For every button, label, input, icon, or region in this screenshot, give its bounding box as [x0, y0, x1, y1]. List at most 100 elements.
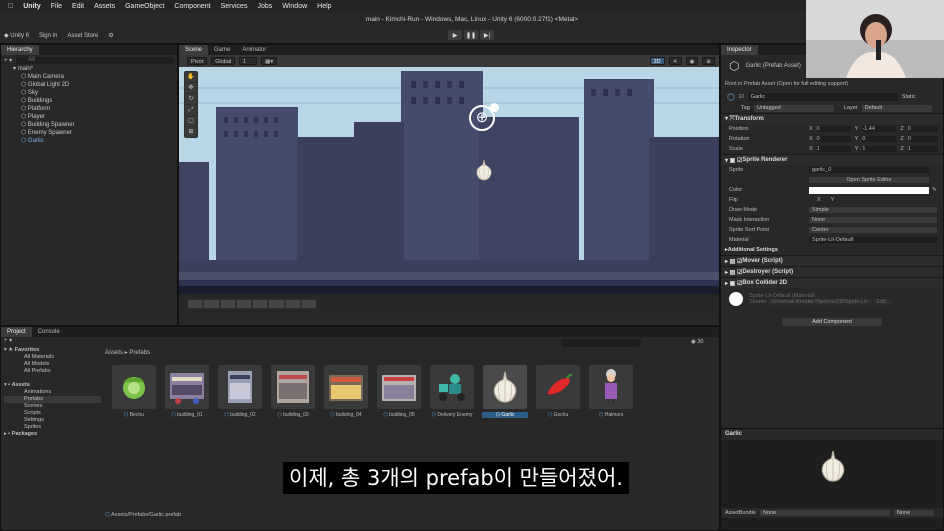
- asset-store-button[interactable]: Asset Store: [67, 33, 98, 39]
- scale-z-field[interactable]: 1: [907, 146, 938, 152]
- overlay-tool-icon[interactable]: [301, 300, 316, 308]
- overlay-tool-icon[interactable]: [204, 300, 219, 308]
- move-tool-icon[interactable]: ✥: [185, 83, 197, 93]
- cloud-icon[interactable]: ⚙: [108, 32, 113, 39]
- breadcrumb-assets[interactable]: Assets: [105, 350, 123, 356]
- menu-services[interactable]: Services: [221, 3, 248, 10]
- overlay-tool-icon[interactable]: [253, 300, 268, 308]
- hierarchy-item-garlic[interactable]: ⬡ Garlic: [21, 137, 177, 145]
- packages-folder[interactable]: ▸ ▪ Packages: [4, 431, 101, 438]
- asset-halmoni[interactable]: ⬡ Halmoni: [588, 365, 634, 418]
- rotation-x-field[interactable]: 0: [816, 136, 851, 142]
- shader-edit-button[interactable]: Edit...: [873, 299, 894, 305]
- project-search-input[interactable]: [561, 339, 641, 347]
- active-checkbox[interactable]: ☑: [739, 94, 744, 100]
- global-dropdown[interactable]: Global: [211, 57, 236, 65]
- menu-edit[interactable]: Edit: [72, 3, 84, 10]
- tag-dropdown[interactable]: Untagged: [753, 104, 834, 112]
- add-component-button[interactable]: Add Component: [782, 318, 882, 326]
- menu-assets[interactable]: Assets: [94, 3, 115, 10]
- hierarchy-item[interactable]: ⬡ Platform: [21, 105, 177, 113]
- menu-window[interactable]: Window: [282, 3, 307, 10]
- tab-game[interactable]: Game: [208, 45, 236, 55]
- hierarchy-item[interactable]: ⬡ Global Light 2D: [21, 81, 177, 89]
- folder-item[interactable]: Animations: [4, 389, 101, 396]
- box-collider-header[interactable]: ▸ ▣ ☑ Box Collider 2D: [721, 277, 943, 288]
- mask-interaction-dropdown[interactable]: None: [809, 217, 937, 223]
- tab-inspector[interactable]: Inspector: [721, 45, 758, 55]
- tab-project[interactable]: Project: [1, 327, 32, 337]
- breadcrumb-prefabs[interactable]: Prefabs: [129, 350, 150, 356]
- menu-jobs[interactable]: Jobs: [257, 3, 272, 10]
- color-field[interactable]: [809, 186, 929, 194]
- pivot-dropdown[interactable]: Pivot: [187, 57, 208, 65]
- mode-2d-toggle[interactable]: 2D: [649, 57, 665, 65]
- hierarchy-scene[interactable]: ▾ main*: [13, 65, 177, 73]
- assetbundle-variant-dropdown[interactable]: None: [893, 510, 934, 516]
- menu-component[interactable]: Component: [174, 3, 210, 10]
- asset-garlic[interactable]: ⬡ Garlic: [482, 365, 528, 418]
- folder-item[interactable]: Scenes: [4, 403, 101, 410]
- overlay-tool-icon[interactable]: [220, 300, 235, 308]
- rect-tool-icon[interactable]: ▢: [185, 116, 197, 126]
- folder-item[interactable]: Scripts: [4, 410, 101, 417]
- asset-building-04[interactable]: ⬡ building_04: [323, 365, 369, 418]
- shader-dropdown[interactable]: Universal Render Pipeline/2D/Sprite-Lit-: [768, 299, 872, 305]
- search-input[interactable]: All: [16, 56, 174, 64]
- name-field[interactable]: Garlic: [747, 93, 898, 101]
- position-x-field[interactable]: 0: [816, 126, 851, 132]
- rotation-y-field[interactable]: 0: [862, 136, 897, 142]
- add-icon[interactable]: + ▾: [4, 57, 12, 64]
- flip-y-toggle[interactable]: Y: [831, 197, 835, 203]
- snap-field[interactable]: 1: [239, 57, 258, 65]
- menu-unity[interactable]: Unity: [23, 3, 41, 10]
- asset-building-05[interactable]: ⬡ building_05: [376, 365, 422, 418]
- assets-folder[interactable]: ▾ ▪ Assets: [4, 382, 101, 389]
- rotate-tool-icon[interactable]: ↻: [185, 94, 197, 104]
- transform-tool-icon[interactable]: ⊞: [185, 127, 197, 137]
- folder-item[interactable]: Sprites: [4, 424, 101, 431]
- flip-x-toggle[interactable]: X: [817, 197, 821, 203]
- position-z-field[interactable]: 0: [907, 126, 938, 132]
- overlay-tool-icon[interactable]: [269, 300, 284, 308]
- tab-hierarchy[interactable]: Hierarchy: [1, 45, 39, 55]
- apple-icon[interactable]: : [8, 3, 13, 10]
- menu-help[interactable]: Help: [317, 3, 331, 10]
- assetbundle-dropdown[interactable]: None: [759, 510, 890, 516]
- mover-script-header[interactable]: ▸ ▤ ☑ Mover (Script): [721, 255, 943, 266]
- garlic-sprite[interactable]: [474, 159, 494, 181]
- camera-icon[interactable]: ⊕: [702, 57, 715, 65]
- favorite-item[interactable]: All Materials: [4, 354, 101, 361]
- gizmos-icon[interactable]: ◉: [685, 57, 699, 65]
- lighting-icon[interactable]: ☀: [668, 57, 682, 65]
- scale-tool-icon[interactable]: ⤢: [185, 105, 197, 115]
- scale-y-field[interactable]: 1: [862, 146, 897, 152]
- additional-settings-foldout[interactable]: ▸ Additional Settings: [721, 245, 943, 255]
- position-y-field[interactable]: -1.44: [862, 126, 897, 132]
- asset-delivery-enemy[interactable]: ⬡ Delivery Enemy: [429, 365, 475, 418]
- asset-building-02[interactable]: ⬡ building_02: [217, 365, 263, 418]
- destroyer-script-header[interactable]: ▸ ▤ ☑ Destroyer (Script): [721, 266, 943, 277]
- play-button[interactable]: ▶: [448, 30, 462, 40]
- asset-gochu[interactable]: ⬡ Gochu: [535, 365, 581, 418]
- scale-x-field[interactable]: 1: [816, 146, 851, 152]
- eyedropper-icon[interactable]: ✎: [932, 187, 937, 193]
- hand-tool-icon[interactable]: ✋: [185, 72, 197, 82]
- folder-item[interactable]: Settings: [4, 417, 101, 424]
- pause-button[interactable]: ❚❚: [464, 30, 478, 40]
- overlay-tool-icon[interactable]: [285, 300, 300, 308]
- draw-mode-dropdown[interactable]: Simple: [809, 207, 937, 213]
- menu-file[interactable]: File: [51, 3, 62, 10]
- hierarchy-item[interactable]: ⬡ Main Camera: [21, 73, 177, 81]
- asset-building-01[interactable]: ⬡ building_01: [164, 365, 210, 418]
- sort-point-dropdown[interactable]: Center: [809, 227, 937, 233]
- asset-building-03[interactable]: ⬡ building_03: [270, 365, 316, 418]
- overlay-tool-icon[interactable]: [236, 300, 251, 308]
- layer-dropdown[interactable]: Default: [861, 104, 932, 112]
- overlay-tool-icon[interactable]: [188, 300, 203, 308]
- transform-header[interactable]: ▾ ⤧ Transform: [721, 113, 943, 124]
- static-toggle[interactable]: Static: [902, 94, 916, 100]
- menu-gameobject[interactable]: GameObject: [125, 3, 164, 10]
- account-button[interactable]: ◆ Unity 6: [4, 32, 29, 39]
- hierarchy-item[interactable]: ⬡ Buildings: [21, 97, 177, 105]
